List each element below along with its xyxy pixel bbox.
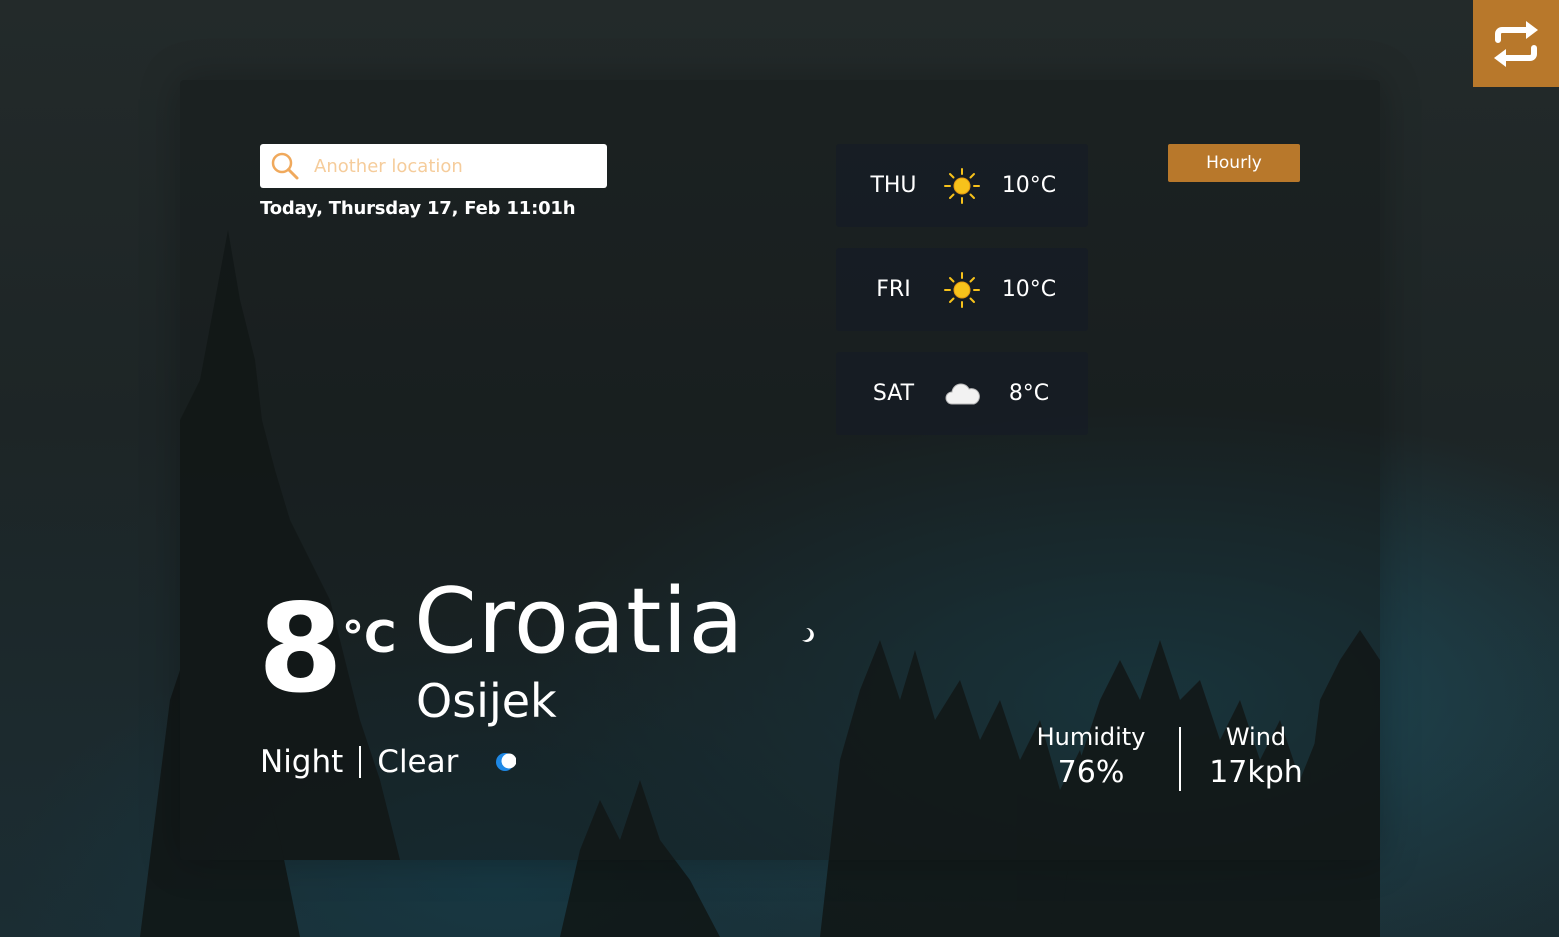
time-of-day: Night: [260, 744, 344, 780]
forecast-temp: 8°C: [1008, 381, 1050, 406]
humidity-label: Humidity: [1036, 723, 1146, 751]
wind-stat: Wind 17kph: [1200, 722, 1312, 792]
crescent-moon-icon: [802, 627, 814, 642]
wind-value: 17kph: [1209, 755, 1303, 791]
condition-divider: [359, 746, 362, 778]
moon-icon: [496, 753, 517, 771]
humidity-value: 76%: [1057, 755, 1125, 791]
current-date: Today, Thursday 17, Feb 11:01h: [260, 198, 576, 219]
forecast-day: SAT: [872, 381, 915, 406]
condition-text: Clear: [377, 744, 459, 780]
swap-arrows-icon: [1494, 20, 1538, 67]
swap-button[interactable]: [1473, 0, 1559, 87]
forecast-card-fri: FRI 10°C: [836, 248, 1088, 331]
humidity-stat: Humidity 76%: [1030, 722, 1152, 792]
cloud-icon: [945, 383, 980, 404]
search-box[interactable]: [260, 144, 607, 188]
sun-icon: [944, 271, 980, 308]
country-name: Croatia: [414, 569, 745, 674]
forecast-temp: 10°C: [1001, 173, 1057, 198]
current-temperature: 8: [258, 578, 343, 720]
temperature-unit: °C: [342, 612, 397, 663]
condition-row: Night Clear: [260, 744, 517, 780]
forecast-temp: 10°C: [1001, 277, 1057, 302]
forecast-card-sat: SAT 8°C: [836, 352, 1088, 435]
forecast-card-thu: THU 10°C: [836, 144, 1088, 227]
forecast-day: THU: [870, 173, 917, 198]
city-name: Osijek: [416, 674, 557, 728]
sun-icon: [944, 167, 980, 204]
wind-label: Wind: [1225, 723, 1287, 751]
search-input[interactable]: [312, 154, 596, 178]
forecast-day: FRI: [876, 277, 911, 302]
stats-divider: [1179, 727, 1181, 791]
hourly-button[interactable]: Hourly: [1168, 144, 1300, 182]
search-icon[interactable]: [270, 151, 300, 181]
